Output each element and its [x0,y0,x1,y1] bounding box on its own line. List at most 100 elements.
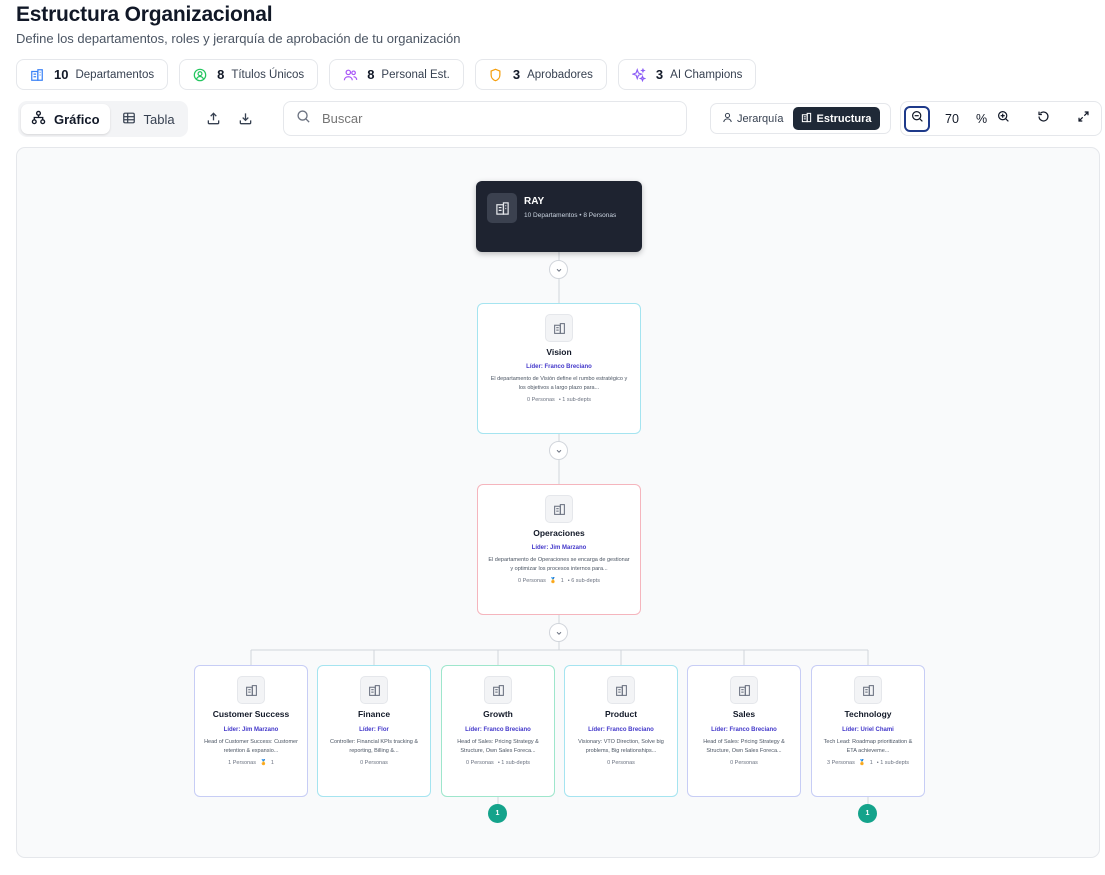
dept-people: 0 Personas [526,397,555,403]
dept-meta: 0 Personas 🏅 1 • 6 sub-depts [478,578,640,584]
dept-description: El departamento de Operaciones se encarg… [488,557,630,572]
search-input[interactable] [322,111,652,126]
dept-description: Head of Customer Success: Customer reten… [204,739,298,754]
building-icon [801,112,812,126]
dept-people: 1 Personas [228,760,256,766]
dept-meta: 0 Personas • 1 sub-depts [478,397,640,403]
hierarchy-mode-button[interactable]: Jerarquía [714,107,791,130]
org-chart-icon [31,110,46,128]
dept-people: 0 Personas [730,760,758,766]
zoom-controls: 70 % [900,101,1102,136]
dept-description: Controller: Financial KPIs tracking & re… [329,739,419,754]
dept-node-sales[interactable]: Sales Líder: Franco Breciano Head of Sal… [687,665,801,797]
table-view-button[interactable]: Tabla [112,104,185,134]
dept-people: 0 Personas [607,760,635,766]
fullscreen-button[interactable] [1070,106,1096,132]
dept-leader: Líder: Jim Marzano [531,545,587,551]
stat-value: 10 [54,67,69,82]
stat-label: AI Champions [670,68,743,81]
chevron-down-icon [555,624,563,642]
dept-subdepts: • 6 sub-depts [567,578,600,584]
dept-meta: 3 Personas 🏅 1 • 1 sub-depts [812,760,924,766]
dept-node-finance[interactable]: Finance Líder: Flor Controller: Financia… [317,665,431,797]
dept-description: Head of Sales: Pricing Strategy & Struct… [703,739,785,754]
table-icon [122,111,136,128]
graph-view-button[interactable]: Gráfico [21,104,110,134]
dept-name: Product [604,709,638,719]
stat-ai-champions: 3 AI Champions [617,59,757,90]
dept-leader: Líder: Uriel Chami [842,727,894,733]
hierarchy-mode-label: Jerarquía [737,112,784,125]
zoom-in-button[interactable] [990,106,1016,132]
chevron-down-icon [555,442,563,460]
medal-icon: 🏅 [259,760,267,766]
dept-meta: 0 Personas • 1 sub-depts [442,760,554,766]
dept-description: El departamento de Visión define el rumb… [490,376,628,391]
dept-node-operaciones[interactable]: Operaciones Líder: Jim Marzano El depart… [477,484,641,615]
stat-aprobadores: 3 Aprobadores [474,59,607,90]
dept-node-product[interactable]: Product Líder: Franco Breciano Visionary… [564,665,678,797]
stat-value: 8 [367,67,375,82]
building-icon [360,676,388,704]
building-icon [607,676,635,704]
building-icon [487,193,517,223]
shield-icon [488,67,504,83]
reset-view-button[interactable] [1030,106,1056,132]
building-icon [484,676,512,704]
dept-node-technology[interactable]: Technology Líder: Uriel Chami Tech Lead:… [811,665,925,797]
building-icon [545,495,573,523]
dept-leader: Líder: Franco Breciano [711,727,777,733]
medal-icon: 🏅 [549,578,557,584]
graph-view-label: Gráfico [54,111,100,127]
collapse-toggle-vision[interactable] [549,441,568,460]
dept-node-growth[interactable]: Growth Líder: Franco Breciano Head of Sa… [441,665,555,797]
structure-mode-button[interactable]: Estructura [793,107,880,130]
view-toggle: Gráfico Tabla [18,101,188,137]
org-root-node[interactable]: RAY 10 Departamentos • 8 Personas [476,181,642,252]
stats-bar: 10 Departamentos 8 Títulos Únicos 8 Pers… [16,59,757,90]
toolbar: Gráfico Tabla Jerarquía [16,100,1102,138]
dept-node-customer-success[interactable]: Customer Success Líder: Jim Marzano Head… [194,665,308,797]
dept-champions: 1 [560,578,564,584]
dept-leader: Líder: Franco Breciano [465,727,531,733]
dept-meta: 0 Personas [688,760,800,766]
stat-value: 3 [512,67,521,82]
users-icon [342,67,358,83]
collapse-toggle-operaciones[interactable] [549,623,568,642]
download-icon[interactable] [235,108,255,128]
dept-name: Technology [844,709,892,719]
dept-description: Visionary: VTO Direction, Solve big prob… [578,739,664,754]
dept-description: Head of Sales: Pricing Strategy & Struct… [457,739,539,754]
dept-name: Operaciones [533,528,585,538]
upload-icon[interactable] [203,108,223,128]
subdept-count-badge-technology[interactable]: 1 [858,804,877,823]
zoom-out-icon [911,110,924,128]
zoom-out-button[interactable] [904,106,930,132]
zoom-level: 70 [945,112,959,126]
dept-people: 0 Personas [465,760,494,766]
rotate-ccw-icon [1037,110,1050,128]
dept-leader: Líder: Franco Breciano [588,727,654,733]
user-circle-icon [192,67,208,83]
dept-subdepts: • 1 sub-depts [876,760,909,766]
dept-name: Finance [357,709,391,719]
page-title: Estructura Organizacional [16,3,273,26]
dept-node-vision[interactable]: Vision Líder: Franco Breciano El departa… [477,303,641,434]
dept-people: 3 Personas [827,760,855,766]
building-icon [854,676,882,704]
user-icon [722,112,733,126]
dept-description: Tech Lead: Roadmap prioritization & ETA … [823,739,913,754]
stat-departamentos: 10 Departamentos [16,59,169,90]
stat-value: 8 [217,67,225,82]
subdept-count-badge-growth[interactable]: 1 [488,804,507,823]
dept-name: Sales [732,709,756,719]
dept-champions: 1 [869,760,873,766]
zoom-unit: % [976,112,988,126]
search-box [283,101,687,136]
dept-people: 0 Personas [360,760,388,766]
dept-leader: Líder: Jim Marzano [223,727,279,733]
dept-meta: 1 Personas 🏅 1 [195,760,307,766]
org-chart-canvas[interactable]: RAY 10 Departamentos • 8 Personas Vision… [16,147,1100,858]
collapse-toggle-root[interactable] [549,260,568,279]
stat-label: Títulos Únicos [231,68,305,81]
